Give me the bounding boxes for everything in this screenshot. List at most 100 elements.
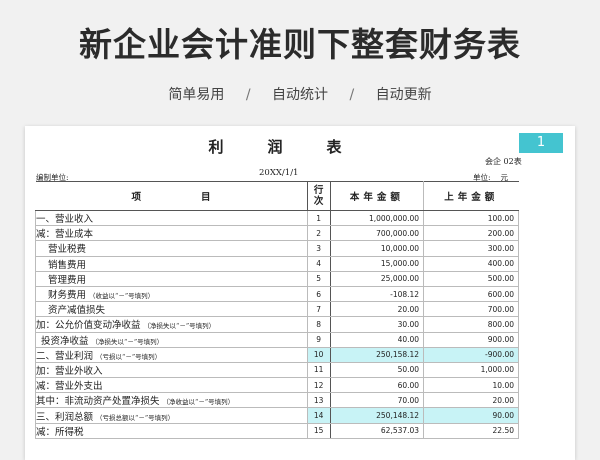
cell-item[interactable]: 投资净收益 （净损失以“－”号填列） — [35, 331, 308, 348]
table-row: 加：公允价值变动净收益 （净损失以“－”号填列） 8 30.00 800.00 — [35, 316, 519, 333]
cell-item[interactable]: 其中：非流动资产处置净损失 （净收益以“－”号填列） — [35, 392, 308, 409]
item-label: 资产减值损失 — [48, 305, 106, 317]
item-label: 营业税费 — [48, 244, 87, 256]
cell-line-no[interactable]: 14 — [306, 407, 331, 424]
cell-previous-year[interactable]: 200.00 — [423, 225, 519, 242]
header-previous-year: 上年金额 — [423, 181, 519, 211]
cell-current-year[interactable]: 700,000.00 — [329, 225, 425, 242]
cell-line-no[interactable]: 8 — [306, 316, 331, 333]
item-label: 其中：非流动资产处置净损失 — [36, 396, 160, 408]
cell-item[interactable]: 资产减值损失 — [35, 301, 308, 318]
item-label: 财务费用 — [48, 290, 87, 302]
cell-item[interactable]: 减：营业外支出 — [35, 377, 308, 394]
cell-line-no[interactable]: 3 — [306, 240, 331, 257]
cell-current-year[interactable]: 40.00 — [329, 331, 425, 348]
cell-line-no[interactable]: 13 — [306, 392, 331, 409]
cell-line-no[interactable]: 9 — [306, 331, 331, 348]
separator: / — [349, 87, 355, 103]
cell-previous-year[interactable]: 1,000.00 — [423, 361, 519, 379]
item-label: 减：营业外支出 — [36, 381, 103, 393]
item-label: 加：营业外收入 — [36, 365, 103, 377]
cell-current-year[interactable]: -108.12 — [329, 285, 425, 303]
table-row: 营业税费 3 10,000.00 300.00 — [35, 240, 519, 257]
cell-line-no[interactable]: 11 — [306, 361, 331, 379]
cell-previous-year[interactable]: 10.00 — [423, 377, 519, 394]
cell-current-year[interactable]: 15,000.00 — [329, 255, 425, 272]
item-note: （净损失以“－”号填列） — [91, 337, 164, 346]
report-date: 20XX/1/1 — [259, 168, 299, 178]
cell-previous-year[interactable]: 90.00 — [423, 407, 519, 424]
item-note: （亏损以“－”号填列） — [96, 352, 162, 361]
cell-previous-year[interactable]: 700.00 — [423, 301, 519, 318]
cell-previous-year[interactable]: 600.00 — [423, 285, 519, 303]
item-note: （净损失以“－”号填列） — [143, 322, 216, 331]
page-number-cell[interactable]: 1 — [519, 133, 563, 153]
item-label: 二、营业利润 — [36, 350, 94, 362]
spreadsheet-preview: 利润表 1 会企 02表 20XX/1/1 编制单位: 单位: 元 项目 行次 本… — [25, 126, 575, 460]
cell-previous-year[interactable]: 500.00 — [423, 270, 519, 287]
cell-item[interactable]: 营业税费 — [35, 240, 308, 257]
cell-current-year[interactable]: 25,000.00 — [329, 270, 425, 287]
cell-previous-year[interactable]: -900.00 — [423, 346, 519, 363]
cell-line-no[interactable]: 4 — [306, 255, 331, 272]
cell-current-year[interactable]: 62,537.03 — [329, 422, 425, 439]
cell-line-no[interactable]: 2 — [306, 225, 331, 242]
table-row: 减：营业外支出 12 60.00 10.00 — [35, 377, 519, 394]
cell-item[interactable]: 二、营业利润 （亏损以“－”号填列） — [35, 346, 308, 363]
cell-previous-year[interactable]: 20.00 — [423, 392, 519, 409]
feature-auto-stat: 自动统计 — [272, 87, 328, 103]
table-row: 资产减值损失 7 20.00 700.00 — [35, 301, 519, 318]
cell-current-year[interactable]: 20.00 — [329, 301, 425, 318]
cell-item[interactable]: 财务费用 （收益以“－”号填列） — [35, 285, 308, 303]
form-code: 会企 02表 — [485, 157, 522, 166]
cell-current-year[interactable]: 30.00 — [329, 316, 425, 333]
table-row: 其中：非流动资产处置净损失 （净收益以“－”号填列） 13 70.00 20.00 — [35, 392, 519, 409]
item-label: 管理费用 — [48, 274, 87, 286]
cell-line-no[interactable]: 12 — [306, 377, 331, 394]
table-row: 加：营业外收入 11 50.00 1,000.00 — [35, 361, 519, 379]
cell-current-year[interactable]: 60.00 — [329, 377, 425, 394]
item-note: （收益以“－”号填列） — [89, 292, 155, 301]
cell-item[interactable]: 一、营业收入 — [35, 209, 308, 227]
cell-item[interactable]: 加：公允价值变动净收益 （净损失以“－”号填列） — [35, 316, 308, 333]
item-label: 减：所得税 — [36, 426, 84, 438]
cell-item[interactable]: 三、利润总额 （亏损总额以“－”号填列） — [35, 407, 308, 424]
item-label: 减：营业成本 — [36, 229, 94, 241]
cell-item[interactable]: 加：营业外收入 — [35, 361, 308, 379]
cell-line-no[interactable]: 15 — [306, 422, 331, 439]
cell-item[interactable]: 销售费用 — [35, 255, 308, 272]
table-row: 管理费用 5 25,000.00 500.00 — [35, 270, 519, 287]
table-row: 三、利润总额 （亏损总额以“－”号填列） 14 250,148.12 90.00 — [35, 407, 519, 424]
cell-current-year[interactable]: 10,000.00 — [329, 240, 425, 257]
cell-previous-year[interactable]: 400.00 — [423, 255, 519, 272]
item-label: 三、利润总额 — [36, 411, 94, 423]
feature-auto-update: 自动更新 — [375, 87, 432, 103]
cell-item[interactable]: 减：所得税 — [35, 422, 308, 439]
item-label: 投资净收益 — [41, 335, 89, 347]
item-label: 销售费用 — [48, 259, 87, 271]
header-item: 项目 — [35, 181, 308, 211]
item-note: （亏损总额以“－”号填列） — [96, 413, 175, 422]
table-row: 财务费用 （收益以“－”号填列） 6 -108.12 600.00 — [35, 285, 519, 303]
sheet-title: 利润表 — [208, 138, 386, 156]
item-label: 一、营业收入 — [36, 214, 94, 226]
table-row: 销售费用 4 15,000.00 400.00 — [35, 255, 519, 272]
cell-previous-year[interactable]: 100.00 — [423, 209, 519, 227]
cell-line-no[interactable]: 7 — [306, 301, 331, 318]
cell-current-year[interactable]: 70.00 — [329, 392, 425, 409]
cell-current-year[interactable]: 250,158.12 — [329, 346, 425, 363]
cell-current-year[interactable]: 1,000,000.00 — [329, 209, 425, 227]
cell-previous-year[interactable]: 800.00 — [423, 316, 519, 333]
cell-item[interactable]: 减：营业成本 — [35, 225, 308, 242]
cell-line-no[interactable]: 10 — [306, 346, 331, 363]
cell-line-no[interactable]: 5 — [306, 270, 331, 287]
cell-line-no[interactable]: 6 — [306, 285, 331, 303]
cell-line-no[interactable]: 1 — [306, 209, 331, 227]
cell-current-year[interactable]: 50.00 — [329, 361, 425, 379]
cell-previous-year[interactable]: 22.50 — [423, 422, 519, 439]
feature-easy: 简单易用 — [168, 87, 225, 103]
cell-item[interactable]: 管理费用 — [35, 270, 308, 287]
cell-previous-year[interactable]: 300.00 — [423, 240, 519, 257]
cell-previous-year[interactable]: 900.00 — [423, 331, 519, 348]
cell-current-year[interactable]: 250,148.12 — [329, 407, 425, 424]
